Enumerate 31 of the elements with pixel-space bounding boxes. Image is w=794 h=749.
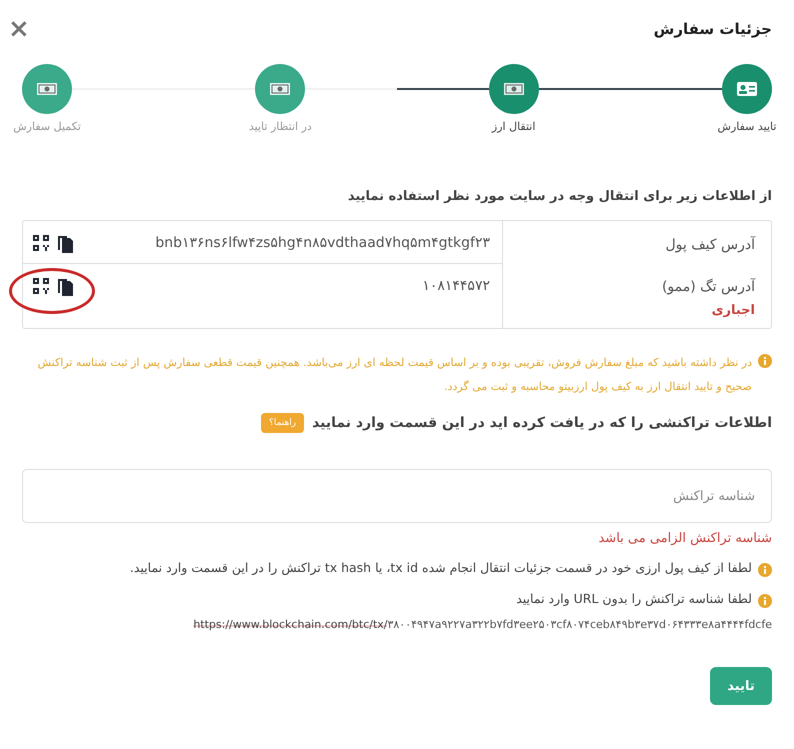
step-label: تایید سفارش bbox=[718, 120, 776, 133]
hint-text: لطفا شناسه تراکنش را بدون URL وارد نمایید bbox=[516, 591, 752, 606]
banknote-icon bbox=[502, 81, 525, 97]
section-heading: اطلاعات تراکنشی را که در یافت کرده اید در این قسمت وارد نمایید bbox=[312, 415, 772, 431]
address-value: bnb۱۳۶ns۶lfw۴zs۵hg۴n۸۵vdthaad۷hq۵m۴gtkgf۲۳ bbox=[155, 235, 490, 253]
qr-code-icon bbox=[33, 235, 49, 251]
id-card-icon bbox=[736, 81, 758, 97]
required-note: اجباری bbox=[710, 303, 755, 318]
field-label: آدرس تگ (ممو) bbox=[660, 279, 755, 295]
error-message: شناسه تراکنش الزامی می باشد bbox=[597, 531, 772, 546]
address-value: ۱۰۸۱۴۴۵۷۲ bbox=[422, 278, 490, 296]
instruction-text: از اطلاعات زیر برای انتقال وجه در سایت مورد نظر استفاده نمایید bbox=[346, 189, 772, 204]
step-label: انتقال ارز bbox=[492, 120, 536, 133]
dialog-title: جزئیات سفارش bbox=[654, 20, 772, 38]
banknote-icon bbox=[36, 81, 58, 97]
input-field[interactable]: شناسه تراکنش bbox=[22, 469, 772, 523]
qr-code-icon bbox=[33, 278, 49, 294]
confirm-button[interactable]: تایید bbox=[710, 667, 772, 705]
info-icon bbox=[758, 354, 772, 368]
banknote-icon bbox=[269, 81, 292, 97]
close-button[interactable]: × bbox=[8, 19, 30, 39]
info-icon bbox=[758, 594, 772, 608]
step-label: تکمیل سفارش bbox=[13, 120, 81, 133]
info-icon bbox=[758, 563, 772, 577]
warning-text: در نظر داشته باشید که مبلغ سفارش فروش، تقریبی بوده و بر اساس قیمت لحظه ای ارز می‌باشد. همچنین قیمت قطعی سفارش پس از ثبت شناسه تراکنش صحیح و تایید انتقال ارز به کیف پول ارزبیتو محاسبه و ثبت می گردد. bbox=[36, 355, 752, 395]
field-label: آدرس کیف پول bbox=[664, 237, 755, 253]
help-button[interactable]: راهنما؟ bbox=[261, 413, 304, 433]
step-label: در انتظار تایید bbox=[248, 120, 312, 133]
hint-text: لطفا از کیف پول ارزی خود در قسمت جزئیات انتقال انجام شده tx id، یا tx hash تراکنش را در این قسمت وارد نمایید. bbox=[130, 560, 752, 575]
copy-icon bbox=[57, 278, 73, 296]
copy-icon bbox=[57, 235, 73, 253]
